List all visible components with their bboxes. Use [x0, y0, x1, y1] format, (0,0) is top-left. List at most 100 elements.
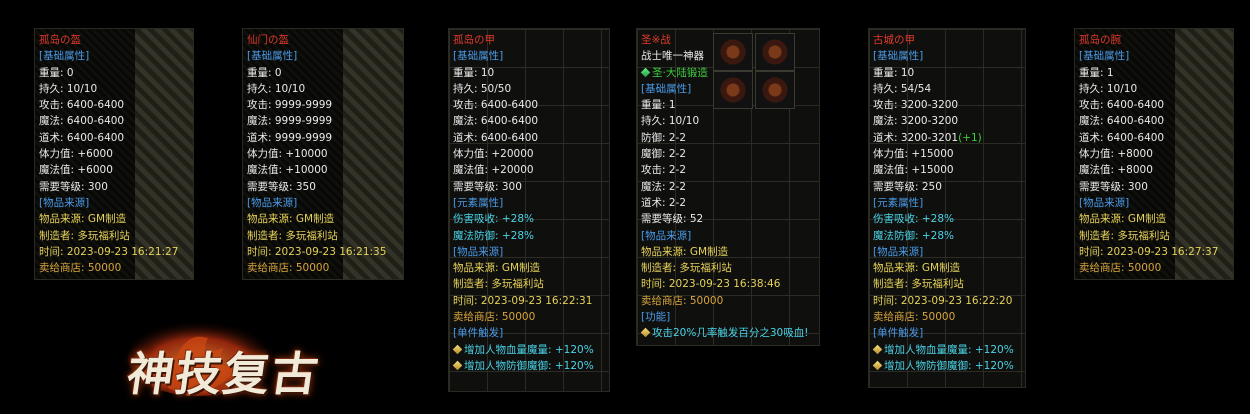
tooltip-line: 攻击: 3200-3200	[873, 97, 1021, 113]
tooltip-line: [基础属性]	[641, 81, 815, 97]
tooltip-line: [单件触发]	[873, 325, 1021, 341]
tooltip-line: 魔法值: +6000	[39, 162, 189, 178]
tooltip-line-text: 体力值: +8000	[1079, 148, 1153, 161]
tooltip-line-text: 时间: 2023-09-23 16:21:27	[39, 245, 179, 258]
tooltip-line: 体力值: +8000	[1079, 146, 1229, 162]
tooltip-line-text: 魔法: 6400-6400	[1079, 115, 1165, 128]
tooltip-line-text: 制造者: 多玩福利站	[453, 278, 544, 291]
tooltip-line: 魔御: 2-2	[641, 146, 815, 162]
tooltip-line-text: 攻击: 2-2	[641, 164, 687, 177]
tooltip-line: 增加人物血量魔量: +120%	[452, 342, 605, 358]
tooltip-line: 物品来源: GM制造	[247, 211, 399, 227]
tooltip-line-text: [物品来源]	[873, 245, 924, 258]
tooltip-line-text: 魔法: 6400-6400	[453, 115, 539, 128]
tooltip-line-text: 魔法防御: +28%	[453, 229, 535, 242]
tooltip-line-text: [基础属性]	[39, 50, 90, 63]
tooltip-line-text: 体力值: +6000	[39, 148, 113, 161]
tooltip-line: 防御: 2-2	[641, 130, 815, 146]
tooltip-line-text: 制造者: 多玩福利站	[247, 229, 338, 242]
tooltip-line: [元素属性]	[873, 195, 1021, 211]
tooltip-line-text: 战士唯一神器	[641, 50, 704, 63]
tooltip-line: 攻击: 6400-6400	[1079, 97, 1229, 113]
tooltip-line: 魔法: 3200-3200	[873, 113, 1021, 129]
tooltip-line: 魔法值: +8000	[1079, 162, 1229, 178]
item-tooltip-armor-2: 古城の甲 [基础属性] 重量: 10 持久: 54/54 攻击: 3200-3200 魔法…	[868, 28, 1026, 388]
tooltip-line-text: [单件触发]	[453, 327, 504, 340]
tooltip-line-text: 体力值: +10000	[247, 148, 328, 161]
item-tooltip-weapon: 圣※战 战士唯一神器 圣·大陆锻造 [基础属性] 重量: 1 持久: 10/10 防御: 2…	[636, 28, 820, 346]
tooltip-line: [物品来源]	[453, 244, 605, 260]
tooltip-line: 制造者: 多玩福利站	[1079, 228, 1229, 244]
tooltip-line: 卖给商店: 50000	[453, 309, 605, 325]
tooltip-line: 时间: 2023-09-23 16:21:35	[247, 244, 399, 260]
tooltip-line-text: 攻击: 9999-9999	[247, 99, 333, 112]
tooltip-line-text: 卖给商店: 50000	[39, 262, 122, 275]
tooltip-line: 时间: 2023-09-23 16:21:27	[39, 244, 189, 260]
tooltip-line-text: 卖给商店: 50000	[1079, 262, 1162, 275]
tooltip-line: [物品来源]	[1079, 195, 1229, 211]
tooltip-line-text: 时间: 2023-09-23 16:22:31	[453, 294, 593, 307]
tooltip-line-text: 攻击: 6400-6400	[453, 99, 539, 112]
tooltip-line-text: 魔法: 3200-3200	[873, 115, 959, 128]
tooltip-line-text: 物品来源: GM制造	[247, 213, 335, 226]
tooltip-line: 道术: 3200-3201(+1)	[873, 130, 1021, 146]
tooltip-line: [基础属性]	[1079, 48, 1229, 64]
tooltip-line: 魔法值: +10000	[247, 162, 399, 178]
tooltip-line-text: 持久: 54/54	[873, 82, 932, 95]
tooltip-line: 圣·大陆锻造	[640, 65, 815, 81]
tooltip-line-text: 时间: 2023-09-23 16:21:35	[247, 245, 387, 258]
item-title: 孤岛の腕	[1079, 34, 1121, 46]
tooltip-line-text: 道术: 6400-6400	[39, 131, 125, 144]
tooltip-line: 重量: 1	[641, 97, 815, 113]
green-gem-icon	[640, 67, 651, 77]
tooltip-line-text: [功能]	[641, 311, 671, 324]
tooltip-line: 魔法: 2-2	[641, 179, 815, 195]
tooltip-line: 体力值: +20000	[453, 146, 605, 162]
tooltip-line: [元素属性]	[453, 195, 605, 211]
tooltip-line: [基础属性]	[39, 48, 189, 64]
tooltip-line-text: [基础属性]	[1079, 50, 1130, 63]
tooltip-line-text: 增加人物防御魔御: +120%	[884, 359, 1014, 372]
tooltip-line: 增加人物防御魔御: +120%	[872, 358, 1021, 374]
tooltip-line: 需要等级: 300	[453, 179, 605, 195]
item-title: 孤岛の甲	[453, 34, 495, 46]
tooltip-line-text: 魔法值: +20000	[453, 164, 534, 177]
tooltip-line: 制造者: 多玩福利站	[453, 276, 605, 292]
tooltip-line-text: 道术: 3200-3201	[873, 131, 959, 144]
tooltip-line: 攻击20%几率触发百分之30吸血!	[640, 325, 815, 341]
tooltip-line: [物品来源]	[247, 195, 399, 211]
tooltip-line-text: 制造者: 多玩福利站	[39, 229, 130, 242]
tooltip-line-text: 伤害吸收: +28%	[873, 213, 955, 226]
tooltip-line: 伤害吸收: +28%	[873, 211, 1021, 227]
tooltip-line-text: 卖给商店: 50000	[453, 311, 536, 324]
tooltip-line-text: 魔法防御: +28%	[873, 229, 955, 242]
tooltip-line: 物品来源: GM制造	[1079, 211, 1229, 227]
tooltip-line: 攻击: 6400-6400	[39, 97, 189, 113]
tooltip-line: 物品来源: GM制造	[453, 260, 605, 276]
tooltip-line: 持久: 54/54	[873, 81, 1021, 97]
tooltip-line: 制造者: 多玩福利站	[39, 228, 189, 244]
tooltip-line: 道术: 6400-6400	[39, 130, 189, 146]
tooltip-line: 需要等级: 250	[873, 179, 1021, 195]
item-tooltip-helmet-2: 仙门の盔 [基础属性] 重量: 0 持久: 10/10 攻击: 9999-9999 魔法:…	[242, 28, 404, 280]
tooltip-line-text: 攻击: 3200-3200	[873, 99, 959, 112]
tooltip-lines: 古城の甲 [基础属性] 重量: 10 持久: 54/54 攻击: 3200-3200 魔法…	[872, 32, 1021, 374]
tooltip-line: 魔法防御: +28%	[873, 228, 1021, 244]
bonus-value: (+1)	[958, 131, 982, 144]
tooltip-line: [物品来源]	[39, 195, 189, 211]
item-tooltip-armor-1: 孤岛の甲 [基础属性] 重量: 10 持久: 50/50 攻击: 6400-6400 魔法…	[448, 28, 610, 392]
tooltip-line: 时间: 2023-09-23 16:22:20	[873, 293, 1021, 309]
tooltip-line-text: 持久: 50/50	[453, 82, 512, 95]
tooltip-line-text: 物品来源: GM制造	[1079, 213, 1167, 226]
tooltip-line-text: [物品来源]	[641, 229, 692, 242]
diamond-bullet-icon	[452, 360, 463, 371]
item-title: 仙门の盔	[247, 34, 289, 46]
tooltip-line-text: 需要等级: 300	[39, 180, 108, 193]
tooltip-line: 时间: 2023-09-23 16:38:46	[641, 276, 815, 292]
tooltip-line: 持久: 10/10	[247, 81, 399, 97]
tooltip-line-text: 魔法值: +8000	[1079, 164, 1153, 177]
tooltip-line: [功能]	[641, 309, 815, 325]
tooltip-line-text: 增加人物血量魔量: +120%	[884, 343, 1014, 356]
tooltip-line-text: 物品来源: GM制造	[873, 262, 961, 275]
tooltip-line-text: 重量: 1	[1079, 66, 1114, 79]
